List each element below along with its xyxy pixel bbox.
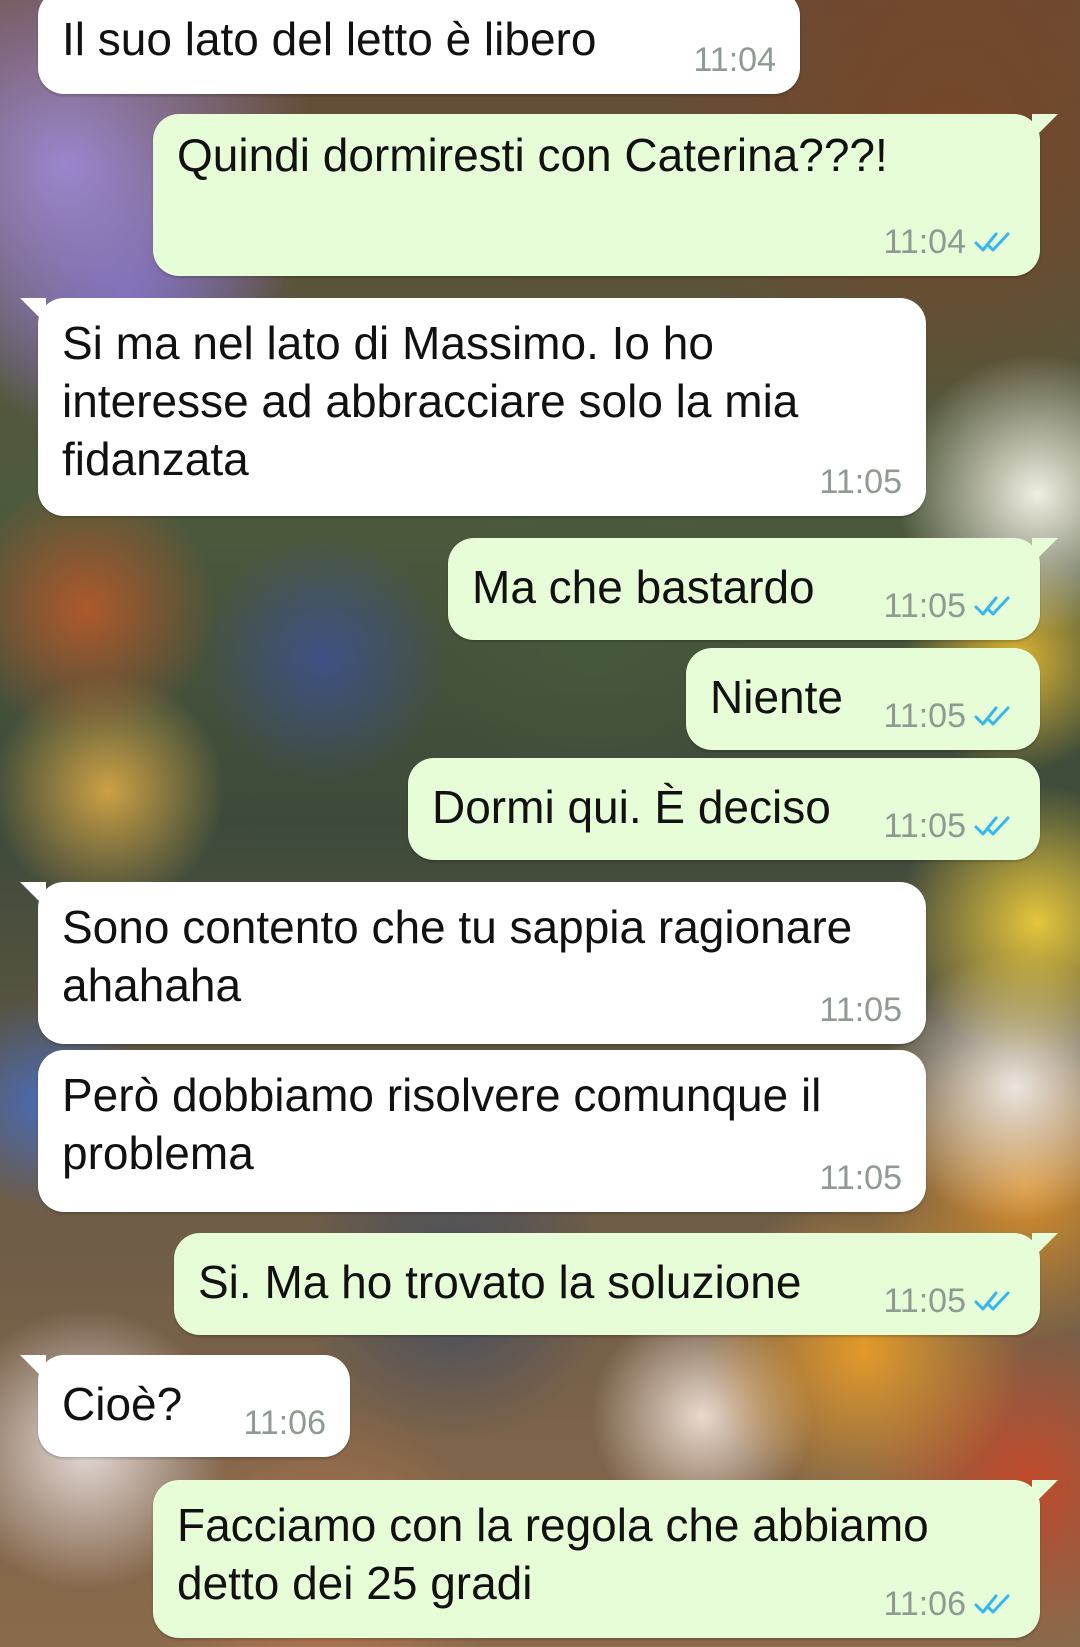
message-list[interactable]: Il suo lato del letto è libero 11:04 Qui… <box>0 0 1080 1647</box>
message-bubble-incoming[interactable]: Si ma nel lato di Massimo. Io ho interes… <box>20 298 926 516</box>
message-bubble-incoming[interactable]: Cioè? 11:06 <box>20 1355 350 1457</box>
message-meta: 11:04 <box>883 222 1016 262</box>
message-meta: 11:05 <box>819 1158 902 1198</box>
double-check-icon <box>974 232 1010 252</box>
message-time: 11:06 <box>883 1585 966 1623</box>
double-check-icon <box>974 1594 1010 1614</box>
message-text: Però dobbiamo risolvere comunque il prob… <box>62 1069 822 1179</box>
message-meta: 11:04 <box>693 40 776 80</box>
message-text: Si ma nel lato di Massimo. Io ho interes… <box>62 317 799 485</box>
message-meta: 11:05 <box>883 1281 1016 1321</box>
message-time: 11:04 <box>693 41 776 79</box>
message-time: 11:05 <box>819 463 902 501</box>
message-time: 11:05 <box>883 587 966 625</box>
message-meta: 11:06 <box>883 1584 1016 1624</box>
message-bubble-outgoing[interactable]: Ma che bastardo 11:05 <box>448 538 1058 640</box>
message-bubble-incoming[interactable]: Sono contento che tu sappia ragionare ah… <box>20 882 926 1044</box>
message-time: 11:06 <box>243 1404 326 1442</box>
message-meta: 11:05 <box>819 990 902 1030</box>
double-check-icon <box>974 1291 1010 1311</box>
message-bubble-outgoing[interactable]: Si. Ma ho trovato la soluzione 11:05 <box>174 1233 1058 1335</box>
message-meta: 11:06 <box>243 1403 326 1443</box>
message-bubble-outgoing[interactable]: Niente 11:05 <box>686 648 1040 750</box>
message-time: 11:05 <box>819 991 902 1029</box>
message-time: 11:05 <box>883 807 966 845</box>
message-meta: 11:05 <box>883 586 1016 626</box>
double-check-icon <box>974 706 1010 726</box>
message-meta: 11:05 <box>883 806 1016 846</box>
message-bubble-outgoing[interactable]: Dormi qui. È deciso 11:05 <box>408 758 1040 860</box>
message-text: Quindi dormiresti con Caterina???! <box>177 129 888 181</box>
message-text: Sono contento che tu sappia ragionare ah… <box>62 901 853 1011</box>
message-bubble-outgoing[interactable]: Facciamo con la regola che abbiamo detto… <box>153 1480 1058 1638</box>
message-time: 11:05 <box>883 697 966 735</box>
double-check-icon <box>974 816 1010 836</box>
message-bubble-incoming[interactable]: Però dobbiamo risolvere comunque il prob… <box>38 1050 926 1212</box>
message-time: 11:05 <box>883 1282 966 1320</box>
message-bubble-incoming[interactable]: Il suo lato del letto è libero 11:04 <box>38 0 800 94</box>
message-meta: 11:05 <box>883 696 1016 736</box>
message-meta: 11:05 <box>819 462 902 502</box>
message-time: 11:04 <box>883 223 966 261</box>
message-time: 11:05 <box>819 1159 902 1197</box>
double-check-icon <box>974 596 1010 616</box>
message-bubble-outgoing[interactable]: Quindi dormiresti con Caterina???! 11:04 <box>153 114 1058 276</box>
message-text: Il suo lato del letto è libero <box>62 13 597 65</box>
